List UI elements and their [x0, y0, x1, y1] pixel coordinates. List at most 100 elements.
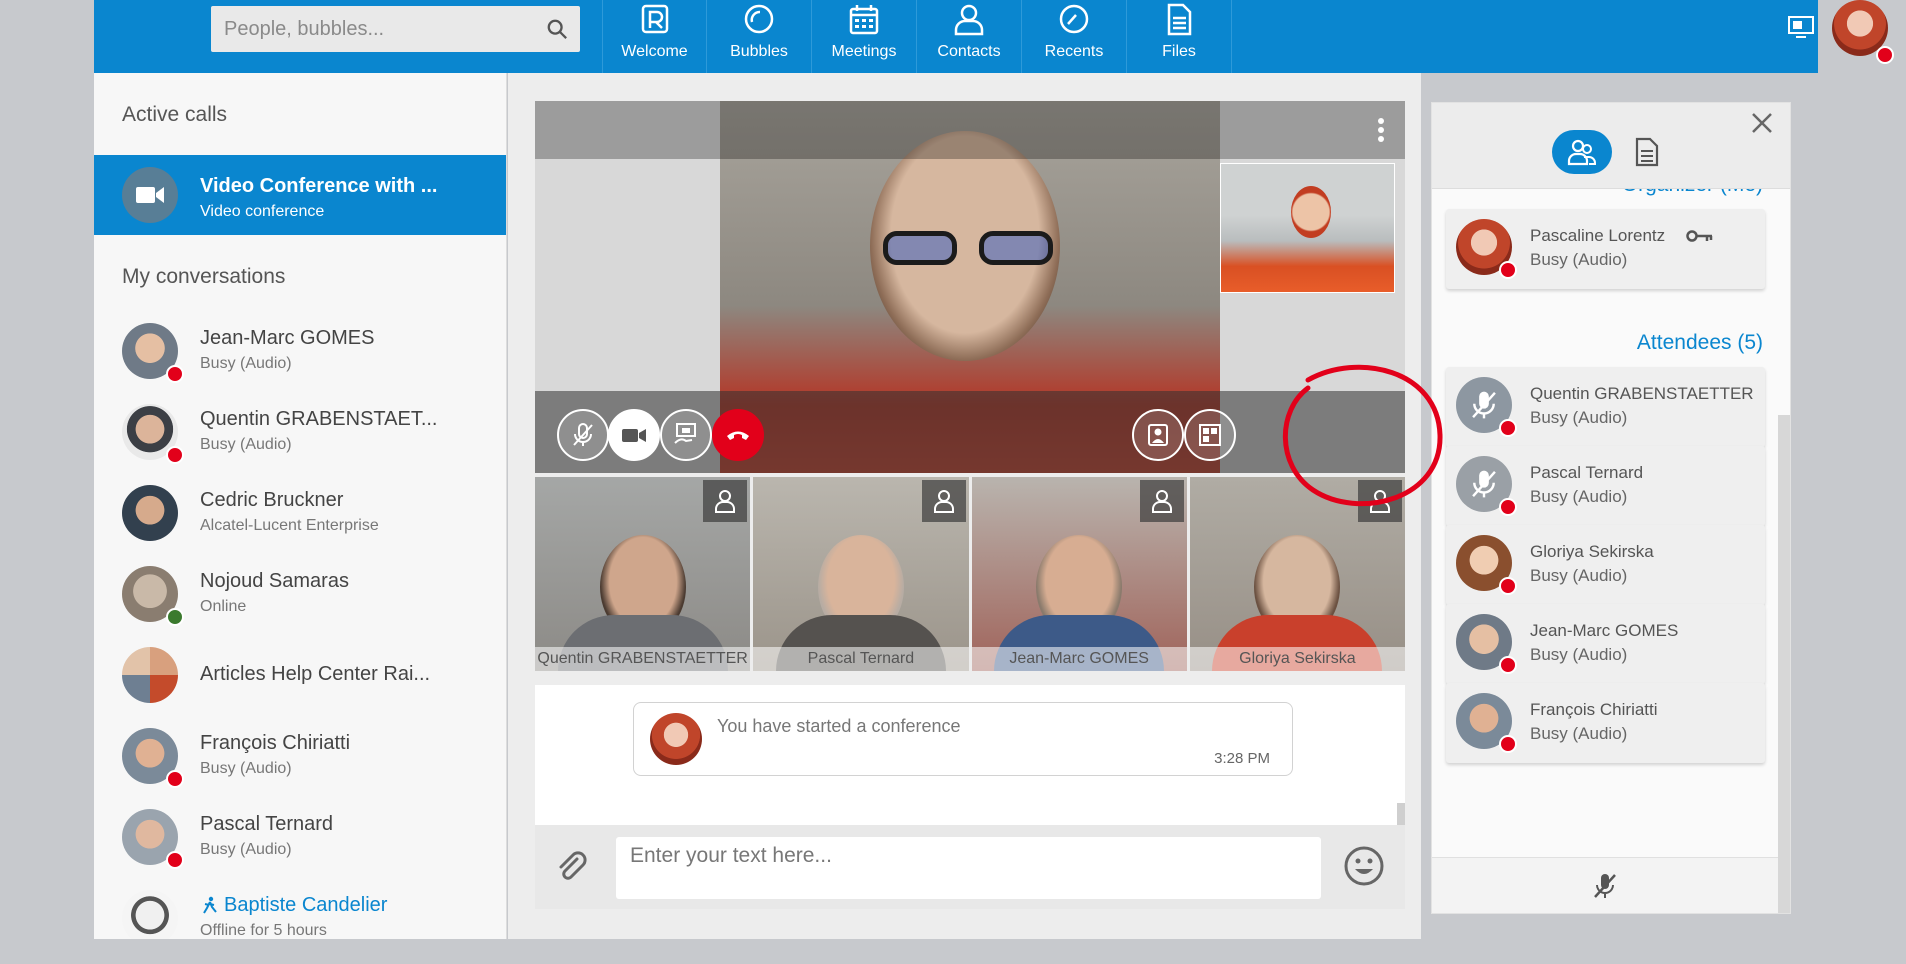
- remove-participant-button[interactable]: [1132, 409, 1184, 461]
- participant-name: François Chiriatti: [1530, 700, 1658, 719]
- more-options-icon[interactable]: [1377, 117, 1385, 143]
- tab-meetings[interactable]: Meetings: [812, 0, 917, 73]
- attendees-title: Attendees (5): [1636, 331, 1763, 354]
- conversation-item[interactable]: François Chiriatti Busy (Audio): [94, 718, 506, 798]
- walking-person-icon: [203, 896, 217, 914]
- mute-microphone-button[interactable]: [557, 409, 609, 461]
- conversation-name: Nojoud Samaras: [200, 570, 349, 592]
- participant-name: Gloriya Sekirska: [1530, 542, 1654, 561]
- busy-status-dot: [166, 365, 184, 383]
- busy-status-dot: [166, 851, 184, 869]
- participant-options-button[interactable]: [1139, 480, 1184, 522]
- tab-files[interactable]: Files: [1127, 0, 1232, 73]
- person-icon: [954, 4, 984, 36]
- document-icon: [1635, 137, 1659, 167]
- participant-name: Pascaline Lorentz: [1530, 226, 1666, 245]
- conversation-item[interactable]: Jean-Marc GOMES Busy (Audio): [94, 313, 506, 393]
- tab-label: Bubbles: [730, 43, 788, 60]
- group-avatar: [122, 647, 178, 703]
- person-icon: [1370, 490, 1390, 513]
- search-input[interactable]: [211, 6, 580, 52]
- search-box[interactable]: [211, 6, 580, 52]
- conversation-status: Busy (Audio): [200, 355, 292, 372]
- screen-share-icon[interactable]: [1787, 14, 1815, 40]
- online-status-dot: [166, 608, 184, 626]
- busy-status-dot: [1876, 46, 1894, 64]
- emoji-icon[interactable]: [1343, 845, 1385, 887]
- tab-label: Files: [1162, 43, 1196, 60]
- avatar: [1456, 219, 1517, 279]
- conversation-item[interactable]: Articles Help Center Rai...: [94, 637, 506, 717]
- organizer-card[interactable]: Pascaline Lorentz Busy (Audio): [1446, 209, 1765, 289]
- left-panel: Active calls Video Conference with ... V…: [94, 73, 507, 939]
- participant-options-button[interactable]: [1358, 480, 1402, 522]
- conversation-item[interactable]: Quentin GRABENSTAET... Busy (Audio): [94, 394, 506, 474]
- mute-all-icon[interactable]: [1590, 871, 1620, 901]
- tab-welcome[interactable]: Welcome: [602, 0, 707, 73]
- conversation-item[interactable]: Baptiste Candelier Offline for 5 hours: [94, 880, 506, 939]
- conversation-item[interactable]: Pascal Ternard Busy (Audio): [94, 799, 506, 879]
- participant-name: Quentin GRABENSTAETTER: [1530, 384, 1754, 403]
- active-call-status: Video conference: [200, 203, 325, 220]
- self-view-video[interactable]: [1220, 163, 1395, 293]
- video-top-strip: [535, 101, 1405, 159]
- screen-share-icon: [674, 423, 696, 444]
- participant-thumbnail[interactable]: Pascal Ternard: [753, 477, 969, 671]
- conversation-item[interactable]: Cedric Bruckner Alcatel-Lucent Enterpris…: [94, 475, 506, 555]
- my-avatar[interactable]: [1832, 0, 1894, 64]
- tab-details[interactable]: [1628, 133, 1666, 171]
- message-input[interactable]: [616, 837, 1321, 899]
- participant-options-button[interactable]: [921, 480, 966, 522]
- attendee-card[interactable]: Jean-Marc GOMES Busy (Audio): [1446, 604, 1765, 684]
- active-call-item[interactable]: Video Conference with ... Video conferen…: [94, 155, 506, 235]
- conversation-item[interactable]: Nojoud Samaras Online: [94, 556, 506, 636]
- avatar: [122, 728, 184, 788]
- conversation-name: François Chiriatti: [200, 732, 351, 754]
- tab-participants[interactable]: [1552, 130, 1612, 174]
- microphone-muted-icon: [573, 423, 593, 446]
- participant-thumbnail[interactable]: Gloriya Sekirska: [1189, 477, 1405, 671]
- microphone-muted-icon: [1472, 470, 1496, 498]
- main-video-glasses: [883, 231, 1053, 267]
- attendee-card[interactable]: Pascal Ternard Busy (Audio): [1446, 446, 1765, 526]
- layout-switch-button[interactable]: [1184, 409, 1236, 461]
- chat-history[interactable]: You have started a conference 3:28 PM: [535, 685, 1405, 825]
- tab-recents[interactable]: Recents: [1022, 0, 1127, 73]
- hang-up-button[interactable]: [712, 409, 764, 461]
- attendee-card[interactable]: Quentin GRABENSTAETTER Busy (Audio): [1446, 367, 1765, 447]
- avatar: [1456, 614, 1517, 674]
- busy-status-dot: [166, 446, 184, 464]
- paperclip-icon[interactable]: [553, 849, 589, 885]
- system-message: You have started a conference 3:28 PM: [633, 702, 1293, 776]
- tab-label: Meetings: [831, 43, 897, 60]
- tab-contacts[interactable]: Contacts: [917, 0, 1022, 73]
- participant-name: Gloriya Sekirska: [1189, 647, 1405, 671]
- message-time: 3:28 PM: [1214, 750, 1270, 767]
- conversation-name: Baptiste Candelier: [224, 894, 388, 916]
- close-icon[interactable]: [1748, 109, 1776, 137]
- share-screen-button[interactable]: [660, 409, 712, 461]
- avatar: [1456, 693, 1517, 753]
- busy-status-dot: [166, 770, 184, 788]
- file-icon: [1167, 3, 1192, 36]
- participant-options-button[interactable]: [703, 480, 748, 522]
- video-camera-icon: [622, 429, 646, 442]
- search-icon[interactable]: [546, 18, 568, 40]
- conversation-status: Busy (Audio): [200, 841, 292, 858]
- busy-status-dot: [1499, 261, 1517, 279]
- attendee-card[interactable]: Gloriya Sekirska Busy (Audio): [1446, 525, 1765, 605]
- participant-thumbnail[interactable]: Jean-Marc GOMES: [971, 477, 1187, 671]
- camera-button[interactable]: [608, 409, 660, 461]
- avatar: [122, 323, 184, 383]
- participant-status: Busy (Audio): [1530, 724, 1628, 743]
- top-bar: Welcome Bubbles Meetings Contacts Recent…: [94, 0, 1894, 73]
- video-conference-avatar: [122, 167, 178, 223]
- conversation-name-link[interactable]: Baptiste Candelier: [200, 894, 387, 917]
- participant-thumbnail[interactable]: Quentin GRABENSTAETTER: [535, 477, 751, 671]
- chat-scrollbar[interactable]: [1397, 803, 1405, 825]
- person-icon: [933, 490, 954, 513]
- attendee-card[interactable]: François Chiriatti Busy (Audio): [1446, 683, 1765, 763]
- participant-status: Busy (Audio): [1530, 645, 1628, 664]
- tab-bubbles[interactable]: Bubbles: [707, 0, 812, 73]
- panel-scrollbar[interactable]: [1778, 415, 1790, 913]
